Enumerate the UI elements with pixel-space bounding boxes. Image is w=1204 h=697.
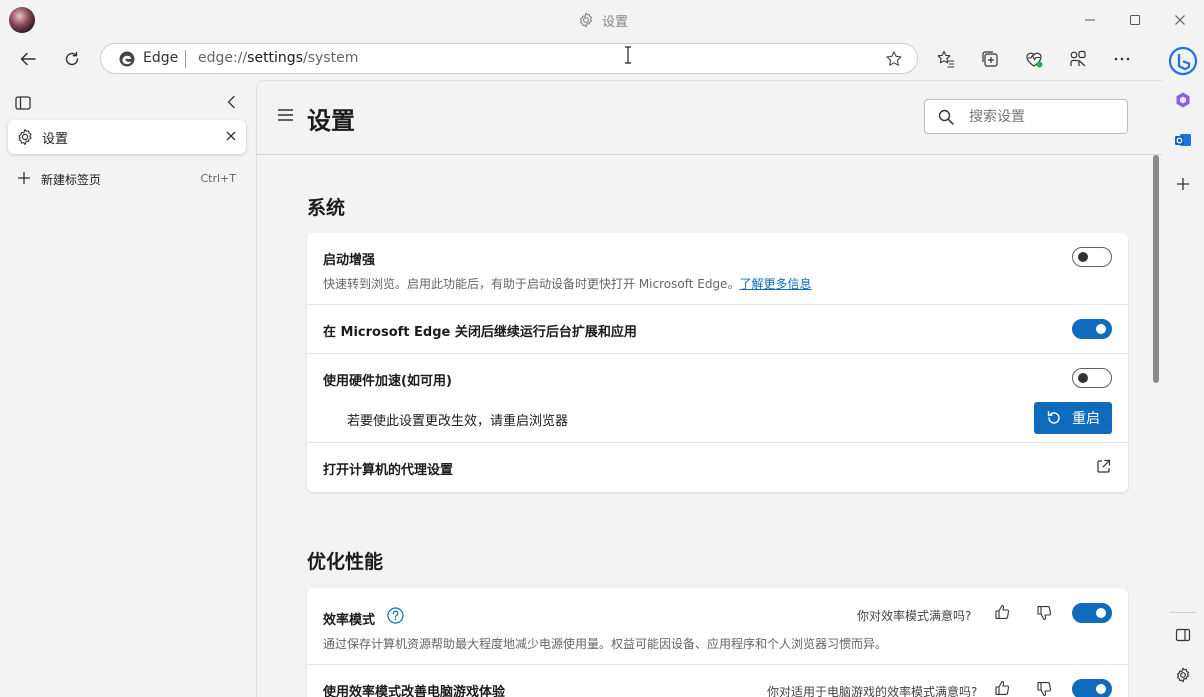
sidebar-settings-button[interactable] xyxy=(1162,659,1204,691)
new-tab-label: 新建标签页 xyxy=(41,173,102,187)
favorites-button[interactable] xyxy=(930,43,962,75)
gear-icon xyxy=(18,128,32,146)
settings-search-box[interactable] xyxy=(924,99,1128,134)
minimize-button[interactable] xyxy=(1076,8,1104,32)
new-tab-shortcut: Ctrl+T xyxy=(200,172,236,185)
sidebar-divider xyxy=(1170,612,1196,613)
outlook-icon xyxy=(1175,134,1191,146)
feedback-question: 你对效率模式满意吗? xyxy=(857,609,972,623)
close-icon[interactable] xyxy=(225,130,237,142)
setting-title: 效率模式 xyxy=(323,613,376,628)
plus-icon xyxy=(18,172,30,184)
background-run-toggle[interactable] xyxy=(1072,319,1112,339)
restart-icon xyxy=(1047,411,1060,424)
tab-settings[interactable]: 设置 xyxy=(8,120,246,154)
settings-header: 设置 xyxy=(257,81,1162,155)
edge-logo-icon xyxy=(119,51,135,67)
copilot-button[interactable] xyxy=(1162,42,1204,80)
thumbs-down-icon[interactable] xyxy=(1036,681,1052,697)
setting-row-background-run: 在 Microsoft Edge 关闭后继续运行后台扩展和应用 xyxy=(307,305,1128,354)
close-icon xyxy=(1175,15,1185,25)
right-sidebar xyxy=(1162,38,1204,697)
minimize-icon xyxy=(1085,19,1095,21)
external-link-icon[interactable] xyxy=(1096,459,1111,474)
settings-content: 设置 系统 启动增强 快速转到浏览。启用此功能后，有助于启动设备时更快打开 Mi… xyxy=(256,80,1162,697)
setting-title: 启动增强 xyxy=(323,253,376,268)
window-title-text: 设置 xyxy=(602,14,629,30)
setting-row-hardware-accel: 使用硬件加速(如可用) 若要使此设置更改生效，请重启浏览器 重启 xyxy=(307,354,1128,443)
new-tab-button[interactable]: 新建标签页 Ctrl+T xyxy=(16,168,236,190)
setting-title: 在 Microsoft Edge 关闭后继续运行后台扩展和应用 xyxy=(323,325,637,340)
browser-essentials-button[interactable] xyxy=(1018,43,1050,75)
refresh-button[interactable] xyxy=(56,43,88,75)
collections-button[interactable] xyxy=(974,43,1006,75)
performance-card: 效率模式 你对效率模式满意吗? 通过保存计算机资源帮助最大程度地减少电源使用量。… xyxy=(307,588,1128,697)
profile-avatar[interactable] xyxy=(9,7,35,33)
close-window-button[interactable] xyxy=(1166,8,1194,32)
collections-icon xyxy=(982,51,998,67)
sidebar-panel-icon xyxy=(1175,628,1191,642)
maximize-button[interactable] xyxy=(1121,8,1149,32)
page-title: 设置 xyxy=(307,107,355,135)
tab-label: 设置 xyxy=(42,132,69,147)
window-title: 设置 xyxy=(578,11,629,30)
setting-row-proxy[interactable]: 打开计算机的代理设置 xyxy=(307,443,1128,492)
setting-row-gaming: 使用效率模式改善电脑游戏体验 你对适用于电脑游戏的效率模式满意吗? xyxy=(307,665,1128,697)
setting-title: 使用硬件加速(如可用) xyxy=(323,374,452,389)
more-menu-button[interactable] xyxy=(1106,43,1138,75)
office-hexagon-icon xyxy=(1176,92,1190,108)
efficiency-mode-toggle[interactable] xyxy=(1072,603,1112,623)
setting-title: 使用效率模式改善电脑游戏体验 xyxy=(323,685,506,697)
chevron-left-icon[interactable] xyxy=(224,94,240,110)
gear-icon xyxy=(579,12,593,28)
refresh-icon xyxy=(65,51,79,66)
feedback-question: 你对适用于电脑游戏的效率模式满意吗? xyxy=(767,685,978,697)
restart-button[interactable]: 重启 xyxy=(1034,402,1112,434)
search-icon xyxy=(938,109,954,125)
office-button[interactable] xyxy=(1162,84,1204,116)
add-sidebar-app-button[interactable] xyxy=(1162,168,1204,200)
back-button[interactable] xyxy=(12,43,44,75)
maximize-icon xyxy=(1130,15,1140,25)
extensions-button[interactable] xyxy=(1062,43,1094,75)
restart-note: 若要使此设置更改生效，请重启浏览器 xyxy=(347,414,569,429)
startup-boost-toggle[interactable] xyxy=(1072,247,1112,267)
site-identity-label: Edge xyxy=(143,50,179,66)
system-card: 启动增强 快速转到浏览。启用此功能后，有助于启动设备时更快打开 Microsof… xyxy=(307,233,1128,492)
tab-actions-icon[interactable] xyxy=(14,94,32,112)
section-title-performance: 优化性能 xyxy=(307,551,384,573)
extensions-puzzle-icon xyxy=(1070,50,1086,67)
favorites-star-list-icon xyxy=(937,50,954,68)
hamburger-menu-icon[interactable] xyxy=(277,108,294,122)
thumbs-down-icon[interactable] xyxy=(1036,605,1052,621)
thumbs-up-icon[interactable] xyxy=(994,604,1010,620)
thumbs-up-icon[interactable] xyxy=(994,680,1010,696)
setting-row-efficiency-mode: 效率模式 你对效率模式满意吗? 通过保存计算机资源帮助最大程度地减少电源使用量。… xyxy=(307,588,1128,665)
gear-icon xyxy=(1176,667,1190,683)
address-bar[interactable]: Edge edge://settings/system xyxy=(100,43,918,74)
restart-label: 重启 xyxy=(1072,411,1100,427)
url-text[interactable]: edge://settings/system xyxy=(198,50,358,66)
hide-sidebar-button[interactable] xyxy=(1162,619,1204,651)
text-cursor-icon xyxy=(625,46,631,64)
gaming-efficiency-toggle[interactable] xyxy=(1072,679,1112,697)
setting-title: 打开计算机的代理设置 xyxy=(323,463,454,478)
setting-description: 通过保存计算机资源帮助最大程度地减少电源使用量。权益可能因设备、应用程序和个人浏… xyxy=(323,637,888,651)
address-divider xyxy=(185,50,186,68)
more-dots-icon xyxy=(1114,57,1130,61)
bing-copilot-icon xyxy=(1168,46,1198,76)
section-title-system: 系统 xyxy=(307,197,346,219)
heart-pulse-icon xyxy=(1026,52,1043,68)
plus-icon xyxy=(1177,178,1189,190)
learn-more-link[interactable]: 了解更多信息 xyxy=(739,277,811,291)
setting-row-startup-boost: 启动增强 快速转到浏览。启用此功能后，有助于启动设备时更快打开 Microsof… xyxy=(307,233,1128,305)
star-favorite-icon[interactable] xyxy=(885,50,903,68)
help-circle-icon[interactable] xyxy=(387,607,404,624)
search-input[interactable] xyxy=(969,106,1119,128)
hardware-accel-toggle[interactable] xyxy=(1072,368,1112,388)
arrow-left-icon xyxy=(20,52,36,66)
setting-description: 快速转到浏览。启用此功能后，有助于启动设备时更快打开 Microsoft Edg… xyxy=(323,277,812,291)
scrollbar-thumb[interactable] xyxy=(1153,155,1159,383)
outlook-button[interactable] xyxy=(1162,124,1204,156)
